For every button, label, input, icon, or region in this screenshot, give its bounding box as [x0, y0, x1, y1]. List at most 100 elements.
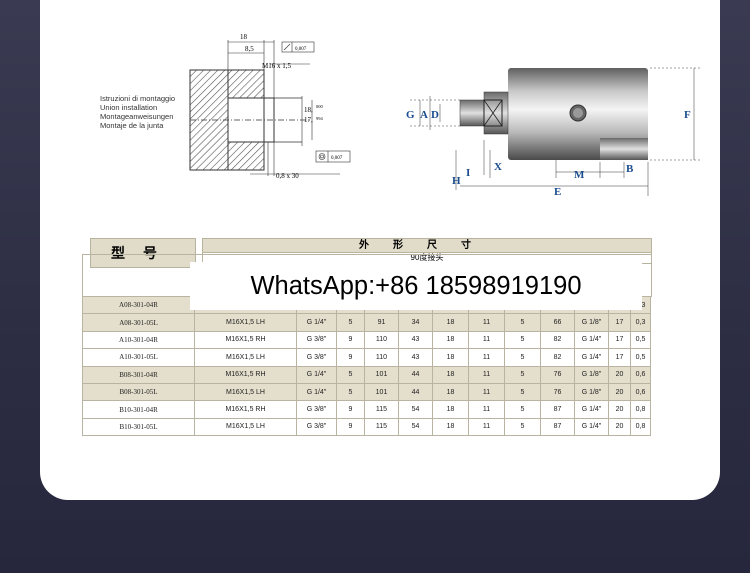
table-cell-c3: 9 — [336, 348, 365, 367]
table-cell-c5: 43 — [398, 348, 433, 367]
table-cell-c6: 18 — [432, 417, 469, 437]
table-cell-c10: G 1/8" — [574, 382, 609, 402]
dims-header: 外形尺寸 — [202, 238, 652, 253]
table-cell-c4: 101 — [364, 365, 399, 384]
table-row: B08-301-04R M16X1,5 RH G 1/4" 5 101 44 18 11 5 76… — [82, 365, 651, 384]
table-cell-c4: 91 — [364, 313, 399, 332]
table-cell-model: A08-301-04R — [82, 295, 195, 315]
label-F: F — [684, 109, 691, 121]
table-cell-c4: 110 — [364, 348, 399, 367]
table-cell-c9: 76 — [540, 382, 575, 402]
dim-18-label: 18 — [240, 33, 248, 41]
table-cell-c5: 54 — [398, 400, 433, 419]
table-cell-c7: 11 — [468, 400, 505, 419]
label-H: H — [452, 175, 461, 187]
label-E: E — [554, 186, 561, 198]
table-cell-c6: 18 — [432, 313, 469, 332]
chamfer-label: 0,8 x 30 — [276, 172, 299, 180]
table-cell-c5: 44 — [398, 365, 433, 384]
table-cell-x: 17 — [608, 313, 631, 332]
table-cell-kg: 0,6 — [630, 365, 651, 384]
table-cell-c7: 11 — [468, 313, 505, 332]
dim-18-sub: 18, — [304, 106, 313, 114]
table-cell-c7: 11 — [468, 330, 505, 350]
table-cell-x: 20 — [608, 417, 631, 437]
table-cell-x: 17 — [608, 330, 631, 350]
table-cell-c3: 9 — [336, 417, 365, 437]
tolerance-bottom-value: 0,007 — [331, 156, 343, 161]
table-cell-c6: 18 — [432, 330, 469, 350]
table-cell-c9: 76 — [540, 365, 575, 384]
table-cell-kg: 0,8 — [630, 400, 651, 419]
table-cell-x: 20 — [608, 382, 631, 402]
table-cell-c10: G 1/4" — [574, 400, 609, 419]
table-cell-c4: 115 — [364, 400, 399, 419]
table-cell-g: G 3/8" — [296, 417, 337, 437]
spec-data-table: A08-301-04RM16X1,5 RHG 1/4"591341811566G… — [82, 295, 651, 437]
table-cell-x: 17 — [608, 348, 631, 367]
table-cell-c8: 5 — [504, 348, 541, 367]
table-cell-x: 20 — [608, 400, 631, 419]
table-cell-thread: M16X1,5 RH — [194, 365, 297, 384]
table-cell-c3: 5 — [336, 313, 365, 332]
table-cell-kg: 0,5 — [630, 330, 651, 350]
table-cell-thread: M16X1,5 LH — [194, 313, 297, 332]
table-cell-c7: 11 — [468, 382, 505, 402]
product-card: Istruzioni di montaggio Union installati… — [40, 0, 720, 500]
table-cell-model: A10-301-05L — [82, 348, 195, 367]
table-cell-c8: 5 — [504, 330, 541, 350]
table-cell-thread: M16X1,5 RH — [194, 400, 297, 419]
table-cell-c5: 43 — [398, 330, 433, 350]
table-cell-model: B10-301-05L — [82, 417, 195, 437]
table-cell-g: G 3/8" — [296, 330, 337, 350]
table-cell-c9: 66 — [540, 313, 575, 332]
table-cell-thread: M16X1,5 LH — [194, 348, 297, 367]
label-M: M — [574, 169, 585, 181]
table-cell-x: 20 — [608, 365, 631, 384]
table-row: A08-301-05L M16X1,5 LH G 1/4" 5 91 34 18 11 5 66 G… — [82, 313, 651, 332]
table-cell-c9: 82 — [540, 330, 575, 350]
whatsapp-banner: WhatsApp:+86 18598919190 — [190, 262, 642, 310]
table-cell-c7: 11 — [468, 365, 505, 384]
table-cell-c9: 87 — [540, 417, 575, 437]
dim-18-sup: 000 — [316, 104, 324, 109]
table-cell-c3: 9 — [336, 330, 365, 350]
table-cell-model: B08-301-05L — [82, 382, 195, 402]
table-cell-c6: 18 — [432, 365, 469, 384]
label-X: X — [494, 161, 502, 173]
table-cell-c5: 44 — [398, 382, 433, 402]
table-cell-c3: 5 — [336, 365, 365, 384]
table-cell-kg: 0,6 — [630, 382, 651, 402]
installation-svg: 18 8,5 M16 x 1,5 0,007 18, 000 17, 994 0… — [189, 33, 351, 180]
table-cell-model: A08-301-05L — [82, 313, 195, 332]
thread-label: M16 x 1,5 — [262, 62, 291, 70]
table-cell-c8: 5 — [504, 313, 541, 332]
table-cell-g: G 1/4" — [296, 313, 337, 332]
table-cell-thread: M16X1,5 RH — [194, 330, 297, 350]
table-cell-c4: 110 — [364, 330, 399, 350]
table-cell-c7: 11 — [468, 348, 505, 367]
table-cell-c8: 5 — [504, 365, 541, 384]
table-cell-model: A10-301-04R — [82, 330, 195, 350]
table-cell-kg: 0,3 — [630, 313, 651, 332]
table-cell-c9: 87 — [540, 400, 575, 419]
table-cell-kg: 0,5 — [630, 348, 651, 367]
table-cell-c10: G 1/4" — [574, 348, 609, 367]
table-row: B08-301-05L M16X1,5 LH G 1/4" 5 101 44 18 11 5 76… — [82, 382, 651, 402]
table-cell-c6: 18 — [432, 348, 469, 367]
table-cell-g: G 3/8" — [296, 348, 337, 367]
table-cell-c10: G 1/8" — [574, 313, 609, 332]
table-row: A10-301-05L M16X1,5 LH G 3/8" 9 110 43 18 11 5 82… — [82, 348, 651, 367]
table-cell-c10: G 1/4" — [574, 330, 609, 350]
table-cell-c8: 5 — [504, 417, 541, 437]
dim-8-5-label: 8,5 — [245, 45, 254, 53]
table-cell-c10: G 1/4" — [574, 417, 609, 437]
dim-17-sup: 994 — [316, 116, 324, 121]
table-cell-c8: 5 — [504, 400, 541, 419]
union-svg: G A D F H I X M B E — [406, 67, 700, 198]
table-cell-c6: 18 — [432, 382, 469, 402]
union-drawing: G A D F H I X M B E — [360, 0, 720, 210]
table-cell-thread: M16X1,5 LH — [194, 417, 297, 437]
table-cell-c8: 5 — [504, 382, 541, 402]
label-A: A — [420, 109, 428, 121]
